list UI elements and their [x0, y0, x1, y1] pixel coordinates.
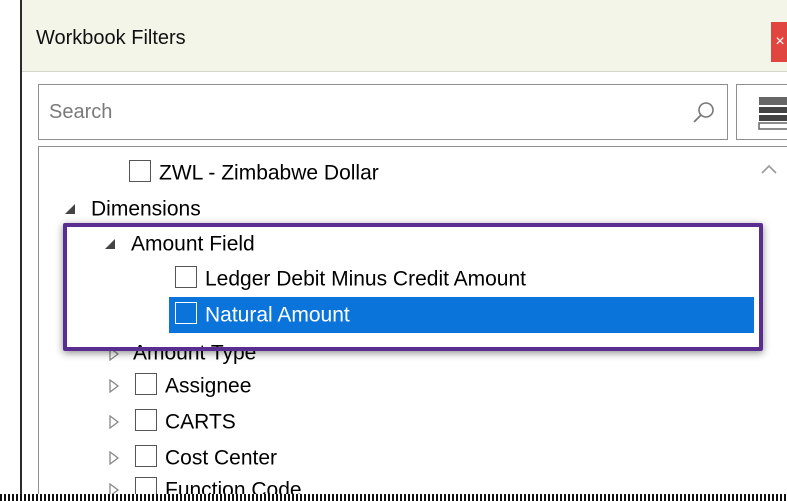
tree-item-cost-center[interactable]: Cost Center [135, 440, 277, 476]
checkbox[interactable] [129, 160, 151, 183]
panel-title: Workbook Filters [36, 27, 186, 49]
tree-item-label: Cost Center [165, 446, 278, 470]
checkbox[interactable] [135, 445, 157, 468]
tree-item-label: ZWL - Zimbabwe Dollar [159, 161, 379, 185]
close-button[interactable]: × [771, 22, 787, 62]
expanded-arrow-icon[interactable] [63, 202, 77, 216]
scroll-up-icon[interactable] [759, 161, 779, 177]
checkbox[interactable] [135, 373, 157, 396]
search-input[interactable] [39, 85, 679, 139]
checkbox[interactable] [135, 409, 157, 432]
tree-item-zwl[interactable]: ZWL - Zimbabwe Dollar [129, 155, 379, 191]
highlight-annotation-box [63, 223, 763, 351]
search-box [38, 84, 728, 140]
collapsed-arrow-icon[interactable] [107, 415, 121, 429]
view-toggle-button[interactable] [736, 84, 787, 140]
tree-item-label: Dimensions [91, 197, 201, 221]
tree-item-carts[interactable]: CARTS [135, 404, 236, 440]
bottom-edge-pattern [0, 494, 787, 501]
tree-item-dimensions[interactable]: Dimensions [91, 191, 201, 227]
search-icon[interactable] [691, 100, 717, 126]
tree-item-label: CARTS [165, 410, 236, 434]
tree-item-assignee[interactable]: Assignee [135, 368, 251, 404]
tree-item-label: Assignee [165, 374, 252, 398]
collapsed-arrow-icon[interactable] [107, 451, 121, 465]
collapsed-arrow-icon[interactable] [107, 379, 121, 393]
title-bar: Workbook Filters × [22, 0, 787, 72]
list-view-icon [758, 97, 787, 130]
